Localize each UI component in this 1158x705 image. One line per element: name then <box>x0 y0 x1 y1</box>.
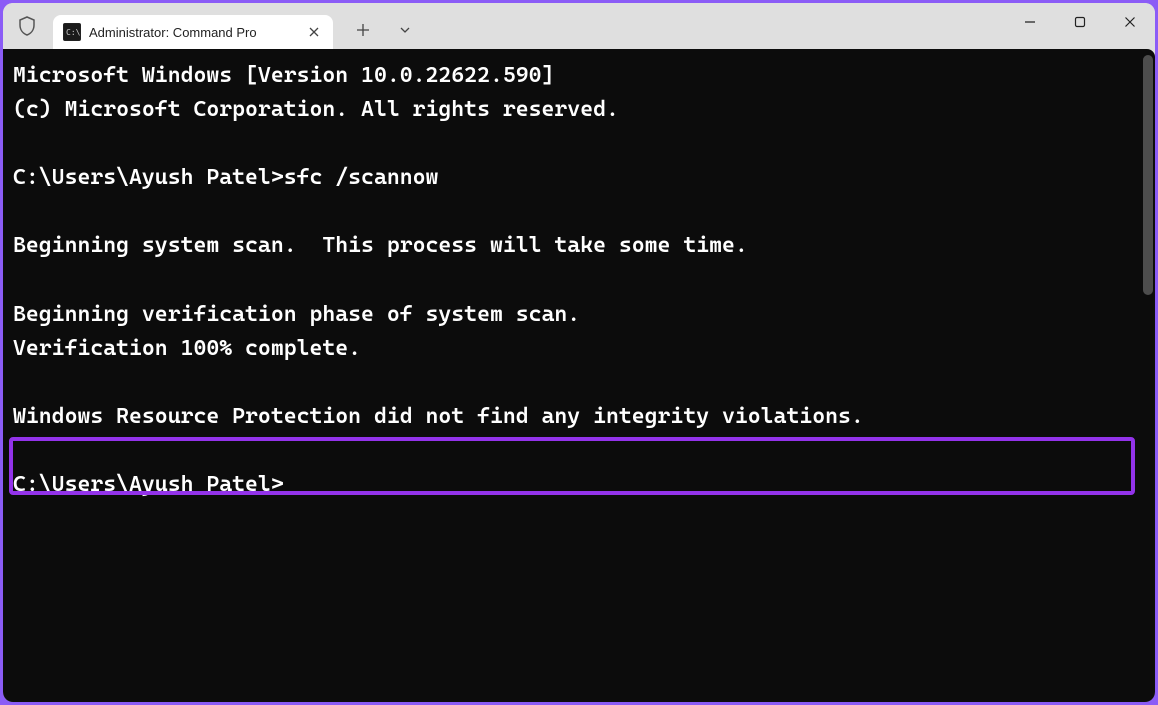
terminal-line-prompt: C:\Users\Ayush Patel>sfc /scannow <box>13 161 1145 195</box>
new-tab-button[interactable] <box>353 20 373 40</box>
terminal-line-result: Windows Resource Protection did not find… <box>13 400 1145 434</box>
terminal-line <box>13 434 1145 468</box>
terminal-line <box>13 366 1145 400</box>
terminal-line <box>13 127 1145 161</box>
terminal-line: (c) Microsoft Corporation. All rights re… <box>13 93 1145 127</box>
tab-dropdown-button[interactable] <box>395 20 415 40</box>
shield-icon <box>17 16 37 36</box>
tab-title: Administrator: Command Pro <box>89 25 305 40</box>
scrollbar-thumb[interactable] <box>1143 55 1153 295</box>
minimize-button[interactable] <box>1005 3 1055 41</box>
terminal-line: Beginning verification phase of system s… <box>13 298 1145 332</box>
tab-command-prompt[interactable]: C:\ Administrator: Command Pro <box>53 15 333 49</box>
titlebar[interactable]: C:\ Administrator: Command Pro <box>3 3 1155 49</box>
terminal-output[interactable]: Microsoft Windows [Version 10.0.22622.59… <box>3 49 1155 702</box>
tab-actions <box>353 20 415 40</box>
terminal-line-prompt: C:\Users\Ayush Patel> <box>13 468 1145 502</box>
close-button[interactable] <box>1105 3 1155 41</box>
maximize-button[interactable] <box>1055 3 1105 41</box>
terminal-line <box>13 195 1145 229</box>
terminal-line: Microsoft Windows [Version 10.0.22622.59… <box>13 59 1145 93</box>
tab-close-button[interactable] <box>305 23 323 41</box>
svg-text:C:\: C:\ <box>66 28 80 37</box>
terminal-line <box>13 264 1145 298</box>
window-controls <box>1005 3 1155 41</box>
app-window: C:\ Administrator: Command Pro <box>3 3 1155 702</box>
command-prompt-icon: C:\ <box>63 23 81 41</box>
scrollbar[interactable] <box>1143 55 1153 696</box>
terminal-line: Beginning system scan. This process will… <box>13 229 1145 263</box>
terminal-line: Verification 100% complete. <box>13 332 1145 366</box>
